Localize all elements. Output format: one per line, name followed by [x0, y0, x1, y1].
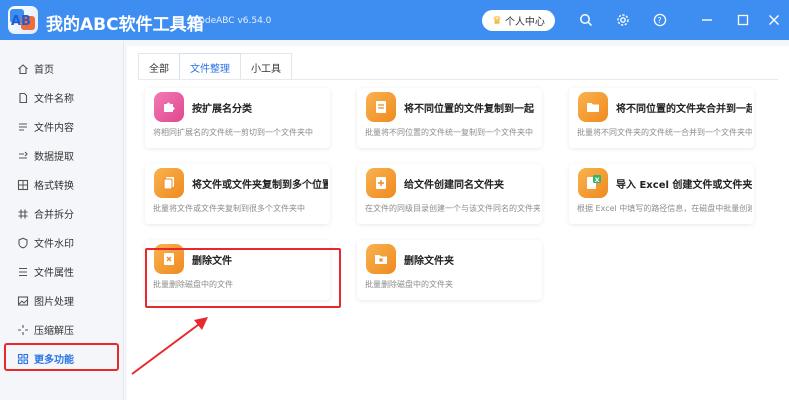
card-desc: 将相同扩展名的文件统一剪切到一个文件夹中 — [153, 128, 313, 137]
folder-merge-icon — [578, 92, 608, 122]
merge-split-icon — [17, 208, 29, 220]
card-title: 按扩展名分类 — [192, 104, 252, 115]
file-content-icon — [17, 121, 29, 133]
card-desc: 批量将文件或文件夹复制到很多个文件夹中 — [153, 204, 305, 213]
sidebar-item-format-convert[interactable]: 格式转换 — [0, 170, 124, 199]
sidebar-item-label: 文件内容 — [34, 123, 74, 134]
sidebar-item-label: 文件属性 — [34, 268, 74, 279]
sidebar-item-data-extract[interactable]: 数据提取 — [0, 141, 124, 170]
card-title: 导入 Excel 创建文件或文件夹 — [616, 180, 752, 191]
annotation-arrow — [131, 317, 208, 375]
data-extract-icon — [17, 150, 29, 162]
tab-bar: 全部 文件整理 小工具 — [138, 53, 292, 80]
highlight-box-more — [4, 343, 119, 371]
app-title: 我的ABC软件工具箱 — [46, 15, 204, 35]
sidebar-item-file-name[interactable]: 文件名称 — [0, 83, 124, 112]
user-center-button[interactable]: ♛ 个人中心 — [482, 10, 555, 31]
search-icon[interactable] — [576, 10, 596, 30]
folder-create-icon — [366, 168, 396, 198]
sidebar-item-label: 合并拆分 — [34, 210, 74, 221]
card-title: 删除文件夹 — [404, 256, 454, 267]
close-icon[interactable] — [764, 10, 784, 30]
app-logo: AB — [8, 6, 38, 34]
card-import-excel[interactable]: X 导入 Excel 创建文件或文件夹 根据 Excel 中填写的路径信息，在磁… — [569, 164, 754, 224]
sidebar-item-image[interactable]: 图片处理 — [0, 286, 124, 315]
card-title: 将不同位置的文件夹合并到一起 — [616, 104, 752, 115]
sidebar-item-merge-split[interactable]: 合并拆分 — [0, 199, 124, 228]
card-merge-folders[interactable]: 将不同位置的文件夹合并到一起 批量将不同文件夹的文件统一合并到一个文件夹中 — [569, 88, 754, 148]
help-icon[interactable]: ? — [650, 10, 670, 30]
sidebar-item-home[interactable]: 首页 — [0, 54, 124, 83]
home-icon — [17, 63, 29, 75]
sidebar-item-label: 文件水印 — [34, 239, 74, 250]
minimize-icon[interactable] — [697, 10, 717, 30]
gear-icon[interactable] — [613, 10, 633, 30]
sidebar-item-label: 图片处理 — [34, 297, 74, 308]
sidebar-item-label: 首页 — [34, 65, 54, 76]
card-create-same-name-folder[interactable]: 给文件创建同名文件夹 在文件的同级目录创建一个与该文件同名的文件夹。 — [357, 164, 542, 224]
tab-divider — [138, 79, 778, 80]
sidebar: 首页 文件名称 文件内容 数据提取 格式转换 合并拆分 文件水印 文件属性 图片… — [0, 40, 124, 400]
svg-text:X: X — [595, 176, 600, 184]
card-desc: 批量将不同文件夹的文件统一合并到一个文件夹中 — [577, 128, 752, 137]
document-copy-icon — [366, 92, 396, 122]
card-title: 给文件创建同名文件夹 — [404, 180, 504, 191]
watermark-icon — [17, 237, 29, 249]
tab-file-organize[interactable]: 文件整理 — [179, 53, 241, 80]
svg-text:?: ? — [657, 16, 661, 25]
svg-text:AB: AB — [11, 14, 31, 29]
sidebar-item-label: 格式转换 — [34, 181, 74, 192]
main-panel: 全部 文件整理 小工具 按扩展名分类 将相同扩展名的文件统一剪切到一个文件夹中 … — [127, 46, 789, 400]
card-title: 将不同位置的文件复制到一起 — [404, 104, 534, 115]
file-name-icon — [17, 92, 29, 104]
tab-all[interactable]: 全部 — [138, 53, 180, 80]
sidebar-item-file-attr[interactable]: 文件属性 — [0, 257, 124, 286]
card-desc: 批量将不同位置的文件统一复制到一个文件夹中 — [365, 128, 533, 137]
excel-icon: X — [578, 168, 608, 198]
sidebar-item-label: 数据提取 — [34, 152, 74, 163]
sidebar-item-label: 压缩解压 — [34, 326, 74, 337]
crown-icon: ♛ — [492, 14, 502, 27]
card-desc: 批量删除磁盘中的文件夹 — [365, 280, 453, 289]
card-delete-folders[interactable]: 删除文件夹 批量删除磁盘中的文件夹 — [357, 240, 542, 300]
card-desc: 在文件的同级目录创建一个与该文件同名的文件夹。 — [365, 204, 540, 213]
sidebar-item-watermark[interactable]: 文件水印 — [0, 228, 124, 257]
sidebar-item-label: 文件名称 — [34, 94, 74, 105]
file-attr-icon — [17, 266, 29, 278]
folder-delete-icon — [366, 244, 396, 274]
card-title: 将文件或文件夹复制到多个位置 — [192, 180, 328, 191]
puzzle-icon — [154, 92, 184, 122]
maximize-icon[interactable] — [733, 10, 753, 30]
sidebar-item-compress[interactable]: 压缩解压 — [0, 315, 124, 344]
card-sort-by-extension[interactable]: 按扩展名分类 将相同扩展名的文件统一剪切到一个文件夹中 — [145, 88, 330, 148]
card-copy-files-together[interactable]: 将不同位置的文件复制到一起 批量将不同位置的文件统一复制到一个文件夹中 — [357, 88, 542, 148]
format-convert-icon — [17, 179, 29, 191]
image-icon — [17, 295, 29, 307]
compress-icon — [17, 324, 29, 336]
app-version: WodeABC v6.54.0 — [191, 16, 272, 26]
user-center-label: 个人中心 — [504, 17, 545, 28]
card-desc: 根据 Excel 中填写的路径信息，在磁盘中批量创建 — [577, 204, 752, 213]
highlight-box-delete-files — [145, 248, 341, 308]
title-bar: AB 我的ABC软件工具箱 WodeABC v6.54.0 ♛ 个人中心 ? — [0, 0, 789, 40]
multi-copy-icon — [154, 168, 184, 198]
tab-small-tools[interactable]: 小工具 — [240, 53, 292, 80]
sidebar-item-file-content[interactable]: 文件内容 — [0, 112, 124, 141]
card-copy-to-multiple[interactable]: 将文件或文件夹复制到多个位置 批量将文件或文件夹复制到很多个文件夹中 — [145, 164, 330, 224]
